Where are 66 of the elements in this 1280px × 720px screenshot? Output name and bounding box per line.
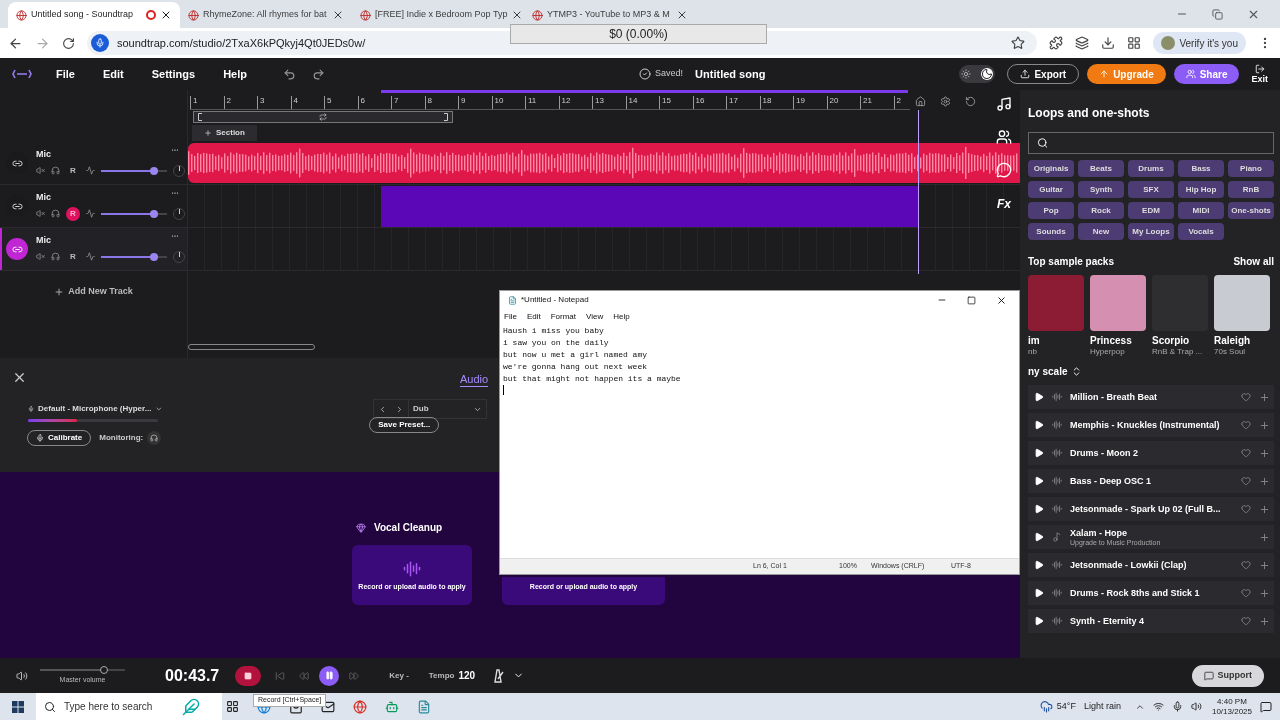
bar-number: 10 bbox=[491, 96, 525, 109]
pack-genre: Hyperpop bbox=[1090, 346, 1126, 358]
weather-text: Light rain bbox=[1083, 699, 1121, 713]
time-display: 00:43.7 bbox=[165, 665, 220, 686]
clock-time: 4:40 PM bbox=[1217, 696, 1247, 707]
bar-number: 2 bbox=[223, 96, 257, 109]
bar-number: 19 bbox=[793, 96, 827, 109]
bar-number: 20 bbox=[826, 96, 860, 109]
pack-name: Raleigh bbox=[1214, 335, 1252, 346]
monitoring-label: Monitoring: bbox=[99, 432, 144, 444]
bar-number: 3 bbox=[257, 96, 291, 109]
pack-name: Scorpio bbox=[1152, 335, 1191, 346]
loop-title: Jetsonmade - Spark Up 02 (Full B... bbox=[1070, 503, 1222, 515]
pack-genre: RnB & Trap ... bbox=[1152, 346, 1204, 358]
text-line: but that might not happen its a maybe bbox=[503, 373, 682, 385]
loop-title: Million - Breath Beat bbox=[1070, 391, 1158, 403]
section-title: Top sample packs bbox=[1028, 255, 1114, 269]
pack-name: im bbox=[1028, 335, 1041, 346]
bar-number: 16 bbox=[692, 96, 726, 109]
tab-title: YTMP3 - YouTube to MP3 & M bbox=[547, 8, 671, 22]
bar-number: 13 bbox=[592, 96, 626, 109]
bar-number: 2 bbox=[893, 96, 927, 109]
bar-number: 18 bbox=[759, 96, 793, 109]
bar-number: 5 bbox=[324, 96, 358, 109]
song-title: Untitled song bbox=[695, 66, 766, 82]
track-name: Mic bbox=[36, 234, 51, 248]
tab-title: Untitled song - Soundtrap bbox=[31, 8, 135, 22]
bar-number: 9 bbox=[458, 96, 492, 109]
bar-number: 8 bbox=[424, 96, 458, 109]
bar-number: 4 bbox=[290, 96, 324, 109]
window-title: *Untitled - Notepad bbox=[521, 294, 589, 306]
bar-number: 6 bbox=[357, 96, 391, 109]
bar-number: 12 bbox=[558, 96, 592, 109]
bar-number: 21 bbox=[860, 96, 894, 109]
effect-title: Vocal Cleanup bbox=[374, 521, 443, 535]
text-line: Haush i miss you baby bbox=[503, 325, 605, 337]
loop-title: Memphis - Knuckles (Instrumental) bbox=[1070, 419, 1221, 431]
panel-title: Loops and one-shots bbox=[1028, 105, 1151, 122]
loop-title: Xalam - Hope bbox=[1070, 527, 1128, 539]
tab-title: [FREE] Indie x Bedroom Pop Typ bbox=[375, 8, 508, 22]
bar-number: 14 bbox=[625, 96, 659, 109]
bar-number: 11 bbox=[525, 96, 559, 109]
temperature: 54°F bbox=[1056, 699, 1076, 713]
save-status: Saved! bbox=[655, 67, 684, 81]
clock-date: 10/13/2025 bbox=[1211, 706, 1252, 717]
pack-name: Princess bbox=[1090, 335, 1133, 346]
track-name: Mic bbox=[36, 148, 51, 162]
text-line: but now u met a girl named amy bbox=[503, 349, 649, 361]
tempo-label: Tempo bbox=[428, 669, 455, 682]
tab-title: RhymeZone: All rhymes for bat bbox=[203, 8, 328, 22]
pack-genre: nb bbox=[1028, 346, 1038, 358]
text-line: i saw you on the daily bbox=[503, 337, 610, 349]
loop-title: Drums - Moon 2 bbox=[1070, 447, 1139, 459]
track-name: Mic bbox=[36, 191, 51, 205]
bar-number: 7 bbox=[391, 96, 425, 109]
loop-title: Bass - Deep OSC 1 bbox=[1070, 475, 1153, 487]
bar-number: 15 bbox=[659, 96, 693, 109]
price-overlay: $0 (0.00%) bbox=[510, 24, 767, 44]
loop-title: Drums - Rock 8ths and Stick 1 bbox=[1070, 587, 1201, 599]
text-line: we're gonna hang out next week bbox=[503, 361, 649, 373]
url-text: soundtrap.com/studio/2TxaX6kPQkyj4Qt0JEDs0w/ bbox=[117, 35, 366, 51]
bar-number: 1 bbox=[190, 96, 224, 109]
loop-title: Jetsonmade - Lowkii (Clap) bbox=[1070, 559, 1188, 571]
loop-title: Synth - Eternity 4 bbox=[1070, 615, 1145, 627]
pack-genre: 70s Soul bbox=[1214, 346, 1247, 358]
bar-number: 17 bbox=[726, 96, 760, 109]
